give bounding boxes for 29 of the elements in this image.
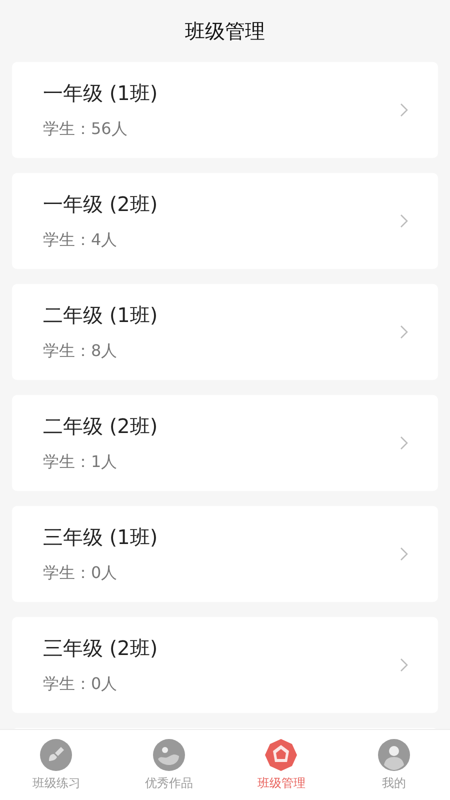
class-name: 三年级 (1班) xyxy=(43,524,158,551)
class-card[interactable]: 三年级 (2班) 学生：0人 xyxy=(12,617,438,713)
class-card[interactable]: 三年级 (1班) 学生：0人 xyxy=(12,506,438,602)
chevron-right-icon xyxy=(400,436,408,450)
brush-icon xyxy=(40,738,72,770)
octagon-icon xyxy=(265,738,298,770)
chevron-right-icon xyxy=(400,103,408,117)
class-card[interactable]: 二年级 (2班) 学生：1人 xyxy=(12,395,438,491)
class-name: 三年级 (2班) xyxy=(43,635,158,662)
class-card[interactable]: 二年级 (1班) 学生：8人 xyxy=(12,284,438,380)
class-name: 一年级 (2班) xyxy=(43,191,158,218)
student-count: 学生：4人 xyxy=(43,230,118,251)
class-name: 二年级 (1班) xyxy=(43,302,158,329)
student-count: 学生：0人 xyxy=(43,563,118,584)
chevron-right-icon xyxy=(400,325,408,339)
chevron-right-icon xyxy=(400,214,408,228)
class-card[interactable]: 一年级 (1班) 学生：56人 xyxy=(12,62,438,158)
class-name: 一年级 (1班) xyxy=(43,80,158,107)
student-count: 学生：56人 xyxy=(43,119,128,140)
user-icon xyxy=(378,738,410,770)
image-icon xyxy=(152,738,185,770)
chevron-right-icon xyxy=(400,547,408,561)
class-card[interactable]: 一年级 (2班) 学生：4人 xyxy=(12,173,438,269)
class-name: 二年级 (2班) xyxy=(43,413,158,440)
page-title: 班级管理 xyxy=(185,18,265,44)
student-count: 学生：0人 xyxy=(43,674,118,695)
chevron-right-icon xyxy=(400,658,408,672)
student-count: 学生：1人 xyxy=(43,452,118,473)
student-count: 学生：8人 xyxy=(43,341,118,362)
